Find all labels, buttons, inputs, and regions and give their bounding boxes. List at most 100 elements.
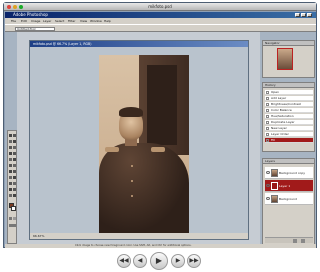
history-item-label: Brightness/Contrast (271, 102, 301, 106)
history-item-label: Open (271, 90, 280, 94)
brush-tool-icon[interactable] (13, 152, 16, 155)
healing-brush-tool-icon[interactable] (9, 152, 12, 155)
snapshot-checkbox[interactable] (266, 127, 269, 130)
fast-forward-button[interactable]: ▶▶ (187, 254, 201, 268)
screenshot-frame: mikfoto.psd Adobe Photoshop File Edit Im… (0, 0, 320, 272)
move-tool-icon[interactable] (13, 134, 16, 137)
layer-name: Layer 1 (279, 184, 291, 188)
navigator-panel-title[interactable]: Navigator (263, 41, 314, 46)
history-brush-tool-icon[interactable] (13, 158, 16, 161)
history-item[interactable]: Add Layer (265, 96, 313, 101)
history-panel-title[interactable]: History (263, 83, 314, 88)
snapshot-checkbox[interactable] (266, 91, 269, 94)
minimize-button[interactable] (295, 13, 300, 17)
pen-tool-icon[interactable] (9, 182, 12, 185)
history-item-label: Duplicate Layer (271, 120, 295, 124)
history-item-label: Color Balance (271, 108, 292, 112)
right-epaulette (151, 147, 165, 152)
jacket-button (131, 195, 133, 197)
history-item-label: Fill (271, 138, 276, 142)
history-item-label: New Layer (271, 126, 287, 130)
layer-thumbnail (271, 195, 278, 203)
history-item[interactable]: Color Balance (265, 108, 313, 113)
new-layer-icon[interactable] (293, 239, 297, 243)
slice-tool-icon[interactable] (13, 146, 16, 149)
eyedropper-tool-icon[interactable] (13, 188, 16, 191)
layer-row-selected[interactable]: Layer 1 (265, 180, 313, 192)
hair (119, 107, 143, 117)
eraser-tool-icon[interactable] (9, 164, 12, 167)
hand-tool-icon[interactable] (9, 194, 12, 197)
layers-panel-title[interactable]: Layers (263, 159, 314, 164)
history-item[interactable]: Layer Order (265, 132, 313, 137)
zoom-tool-icon[interactable] (13, 194, 16, 197)
play-button[interactable]: ▶ (150, 252, 168, 270)
snapshot-checkbox[interactable] (266, 97, 269, 100)
history-item[interactable]: Brightness/Contrast (265, 102, 313, 107)
blur-tool-icon[interactable] (9, 170, 12, 173)
history-item[interactable]: Hue/Saturation (265, 114, 313, 119)
uniform-jacket (99, 143, 189, 233)
layers-panel: Layers Background copy Layer 1 Backgroun… (262, 158, 315, 246)
maximize-button[interactable] (301, 13, 306, 17)
close-button[interactable] (307, 13, 312, 17)
jacket-button (131, 165, 133, 167)
eye-icon[interactable] (266, 171, 270, 174)
tool-preset-field[interactable]: Untitled-Tool (15, 27, 55, 31)
snapshot-checkbox[interactable] (266, 115, 269, 118)
next-button[interactable]: ▶ (171, 254, 185, 268)
layer-thumbnail (271, 182, 278, 190)
history-panel: History Open Add Layer Brightness/Contra… (262, 82, 315, 152)
eye-icon[interactable] (266, 184, 270, 187)
layer-name: Background (279, 197, 297, 201)
snapshot-checkbox[interactable] (266, 121, 269, 124)
lasso-tool-icon[interactable] (9, 140, 12, 143)
workspace: mikfoto.psd @ 66.7% (Layer 1, RGB) 66.67… (17, 32, 260, 244)
navigator-panel: Navigator (262, 40, 315, 78)
viewer-title: mikfoto.psd (148, 4, 172, 9)
history-item-label: Hue/Saturation (271, 114, 294, 118)
clone-stamp-tool-icon[interactable] (9, 158, 12, 161)
history-item-label: Layer Order (271, 132, 289, 136)
history-item[interactable]: New Layer (265, 126, 313, 131)
shape-tool-icon[interactable] (13, 182, 16, 185)
left-epaulette (105, 147, 119, 152)
history-item-selected[interactable]: Fill (265, 138, 313, 143)
layer-row[interactable]: Background copy (265, 167, 313, 179)
layers-panel-footer (265, 237, 313, 243)
photoshop-window: Adobe Photoshop File Edit Image Layer Se… (5, 12, 316, 248)
quick-mask-icon[interactable] (13, 217, 16, 220)
type-tool-icon[interactable] (13, 176, 16, 179)
marquee-tool-icon[interactable] (9, 134, 12, 137)
background-color-swatch[interactable] (11, 206, 16, 211)
snapshot-checkbox[interactable] (266, 103, 269, 106)
snapshot-checkbox[interactable] (266, 109, 269, 112)
snapshot-checkbox[interactable] (266, 133, 269, 136)
history-item[interactable]: Open (265, 90, 313, 95)
viewer-window: mikfoto.psd Adobe Photoshop File Edit Im… (3, 2, 317, 248)
screen-mode-icon[interactable] (9, 224, 16, 227)
rewind-button[interactable]: ◀◀ (117, 254, 131, 268)
magic-wand-tool-icon[interactable] (13, 140, 16, 143)
jacket-button (131, 180, 133, 182)
options-bar: Untitled-Tool (5, 24, 316, 32)
document-zoom-status: 66.67% (30, 233, 248, 239)
navigator-thumbnail[interactable] (277, 48, 293, 70)
portrait-photo[interactable] (99, 55, 189, 233)
snapshot-checkbox[interactable] (266, 139, 269, 142)
toolbox (7, 130, 17, 244)
document-canvas[interactable] (30, 47, 248, 233)
path-selection-tool-icon[interactable] (9, 176, 12, 179)
dodge-tool-icon[interactable] (13, 170, 16, 173)
trash-icon[interactable] (301, 239, 305, 243)
eye-icon[interactable] (266, 197, 270, 200)
crop-tool-icon[interactable] (9, 146, 12, 149)
notes-tool-icon[interactable] (9, 188, 12, 191)
history-item[interactable]: Duplicate Layer (265, 120, 313, 125)
gradient-tool-icon[interactable] (13, 164, 16, 167)
standard-mode-icon[interactable] (9, 217, 12, 220)
layer-name: Background copy (279, 171, 306, 175)
previous-button[interactable]: ◀ (133, 254, 147, 268)
layer-row[interactable]: Background (265, 193, 313, 205)
status-bar: Click image to choose new foreground col… (5, 244, 316, 248)
